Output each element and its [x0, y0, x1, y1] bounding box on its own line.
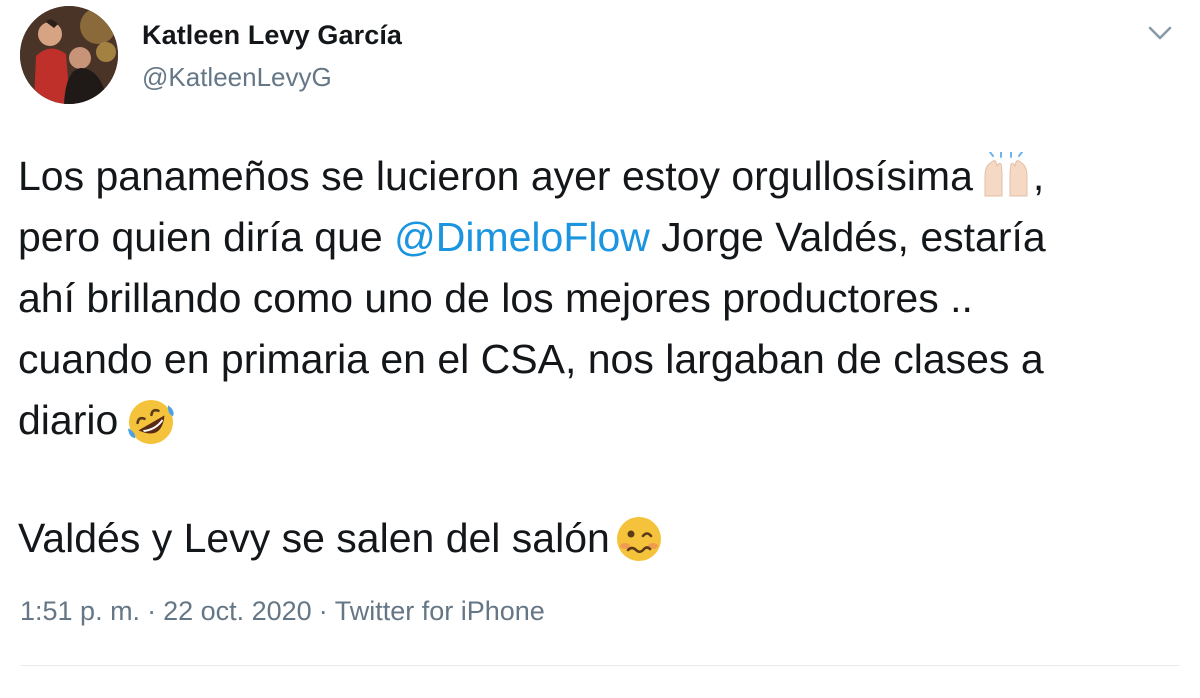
tweet-text-part1: Los panameños se lucieron ayer estoy org… — [18, 153, 973, 199]
avatar[interactable] — [20, 6, 118, 104]
tweet-date[interactable]: 22 oct. 2020 — [163, 596, 312, 626]
woozy-face-icon — [612, 514, 666, 561]
author-handle[interactable]: @KatleenLevyG — [142, 62, 332, 93]
tweet-text: Los panameños se lucieron ayer estoy org… — [18, 146, 1188, 451]
rolling-on-floor-laughing-icon — [124, 396, 178, 444]
tweet-source[interactable]: Twitter for iPhone — [335, 596, 545, 626]
author-display-name[interactable]: Katleen Levy García — [142, 20, 402, 51]
meta-separator: · — [147, 596, 157, 626]
tweet-text-second-paragraph: Valdés y Levy se salen del salón — [18, 508, 666, 569]
mention-link[interactable]: @DimeloFlow — [394, 214, 650, 260]
raising-hands-icon — [979, 152, 1033, 198]
divider — [20, 665, 1180, 666]
meta-separator-2: · — [318, 596, 328, 626]
tweet-time[interactable]: 1:51 p. m. — [20, 596, 140, 626]
tweet-meta: 1:51 p. m. · 22 oct. 2020 · Twitter for iPho… — [20, 596, 545, 627]
avatar-photo-icon — [20, 6, 118, 104]
tweet-text-part4: Valdés y Levy se salen del salón — [18, 515, 610, 561]
tweet-card: Katleen Levy García @KatleenLevyG Los pa… — [0, 0, 1200, 698]
chevron-down-icon[interactable] — [1144, 20, 1176, 46]
